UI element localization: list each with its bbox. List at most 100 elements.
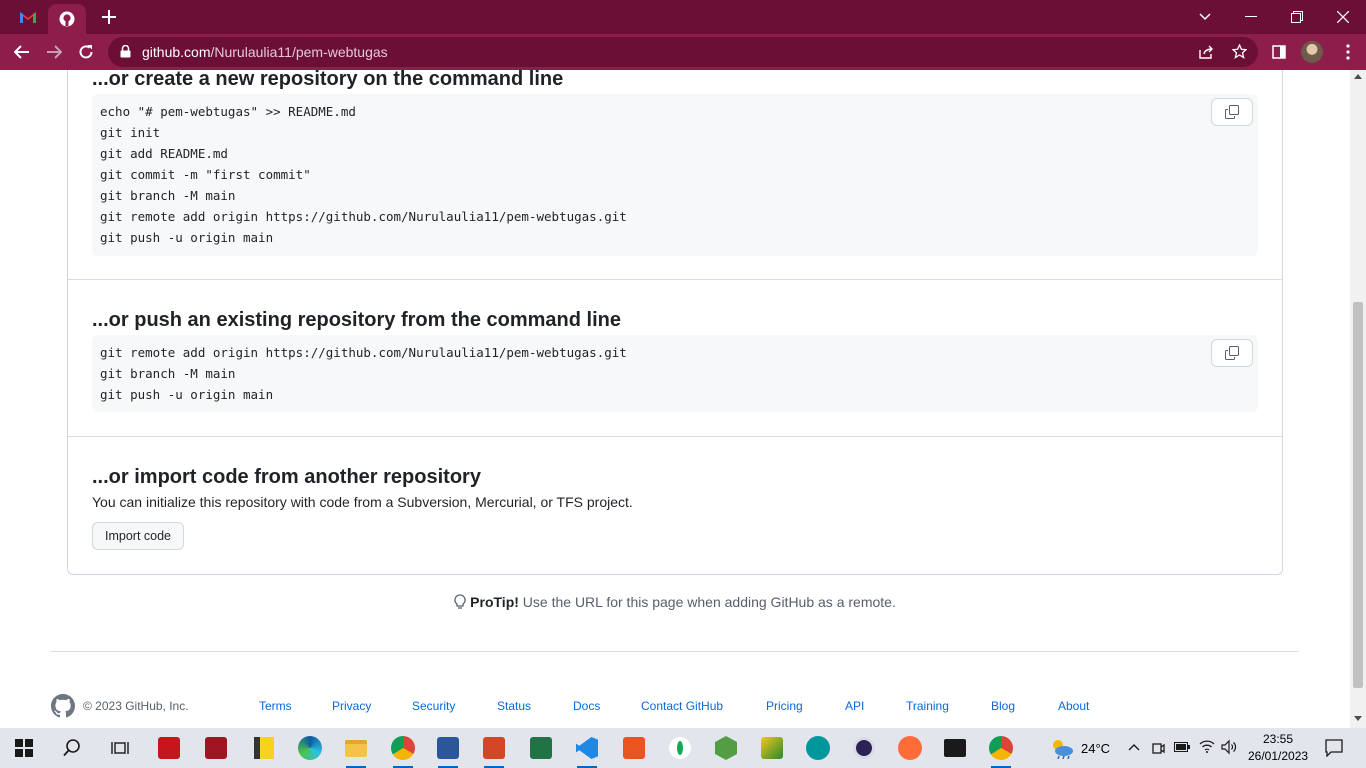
copy-icon xyxy=(1225,105,1239,119)
meet-now-icon[interactable] xyxy=(1151,740,1165,756)
section-divider xyxy=(68,436,1282,437)
taskbar-powerpoint[interactable] xyxy=(480,734,508,768)
code-line: git remote add origin https://github.com… xyxy=(100,345,627,360)
chevron-down-icon xyxy=(1199,13,1211,21)
search-icon xyxy=(63,739,80,757)
copy-button[interactable] xyxy=(1211,339,1253,367)
scroll-down-arrow-icon[interactable] xyxy=(1354,716,1362,721)
restore-button[interactable] xyxy=(1274,0,1320,34)
push-existing-heading: ...or push an existing repository from t… xyxy=(92,309,621,331)
taskbar-ubuntu[interactable] xyxy=(620,734,648,762)
section-divider xyxy=(68,279,1282,280)
start-button[interactable] xyxy=(10,734,38,762)
task-view-button[interactable] xyxy=(106,734,134,762)
arrow-left-icon xyxy=(14,45,29,59)
taskbar-excel[interactable] xyxy=(527,734,555,762)
gmail-tab[interactable] xyxy=(8,0,48,34)
footer-link-privacy[interactable]: Privacy xyxy=(332,699,371,713)
scroll-up-arrow-icon[interactable] xyxy=(1354,74,1362,79)
notification-icon[interactable] xyxy=(1325,739,1343,757)
plus-icon xyxy=(102,10,116,24)
create-repo-heading: ...or create a new repository on the com… xyxy=(92,70,564,90)
search-button[interactable] xyxy=(58,734,86,762)
vscode-icon xyxy=(576,737,598,759)
side-panel-button[interactable] xyxy=(1265,38,1293,66)
taskbar-chrome-2[interactable] xyxy=(987,734,1015,768)
tab-search-button[interactable] xyxy=(1182,0,1228,34)
taskbar-word[interactable] xyxy=(434,734,462,768)
footer-link-training[interactable]: Training xyxy=(906,699,949,713)
word-icon xyxy=(437,737,459,759)
share-icon[interactable] xyxy=(1199,45,1214,59)
taskbar-nodejs[interactable] xyxy=(712,734,740,762)
weather-temperature[interactable]: 24°C xyxy=(1081,741,1110,756)
back-button[interactable] xyxy=(8,38,36,66)
code-line: git push -u origin main xyxy=(100,230,274,245)
taskbar-eclipse[interactable] xyxy=(850,734,878,762)
more-vertical-icon xyxy=(1346,44,1350,60)
close-window-button[interactable] xyxy=(1320,0,1366,34)
footer-link-blog[interactable]: Blog xyxy=(991,699,1015,713)
copy-icon xyxy=(1225,346,1239,360)
protip: ProTip! Use the URL for this page when a… xyxy=(0,594,1350,610)
footer-link-security[interactable]: Security xyxy=(412,699,455,713)
clock-date[interactable]: 26/01/2023 xyxy=(1248,749,1308,763)
code-line: git branch -M main xyxy=(100,188,236,203)
taskbar-sticky-notes[interactable] xyxy=(250,734,278,762)
footer-link-docs[interactable]: Docs xyxy=(573,699,600,713)
minimize-button[interactable] xyxy=(1228,0,1274,34)
import-code-button[interactable]: Import code xyxy=(92,522,185,550)
taskbar-chrome-1[interactable] xyxy=(389,734,417,768)
footer-link-status[interactable]: Status xyxy=(497,699,531,713)
copy-button[interactable] xyxy=(1211,98,1253,126)
forward-button[interactable] xyxy=(40,38,68,66)
chrome-icon xyxy=(391,736,415,760)
code-line: git commit -m "first commit" xyxy=(100,167,311,182)
address-bar[interactable]: github.com/Nurulaulia11/pem-webtugas xyxy=(108,37,1258,67)
volume-icon[interactable] xyxy=(1221,739,1237,755)
code-line: git push -u origin main xyxy=(100,387,274,402)
battery-icon[interactable] xyxy=(1174,742,1190,752)
taskbar-mongodb[interactable] xyxy=(666,734,694,762)
footer-link-terms[interactable]: Terms xyxy=(259,699,292,713)
excel-icon xyxy=(530,737,552,759)
code-line: git remote add origin https://github.com… xyxy=(100,209,627,224)
footer-link-contact[interactable]: Contact GitHub xyxy=(641,699,723,713)
footer-link-pricing[interactable]: Pricing xyxy=(766,699,803,713)
acrobat-icon xyxy=(158,737,180,759)
mongodb-icon xyxy=(669,737,691,759)
taskbar-arduino[interactable] xyxy=(804,734,832,762)
weather-cloud-icon[interactable] xyxy=(1049,737,1075,759)
new-tab-button[interactable] xyxy=(96,0,122,34)
taskbar-postman[interactable] xyxy=(896,734,924,762)
github-tab[interactable] xyxy=(48,4,86,34)
taskbar-terminal[interactable] xyxy=(941,734,969,762)
chrome-icon xyxy=(989,736,1013,760)
wifi-icon[interactable] xyxy=(1199,739,1215,753)
taskbar-vscode[interactable] xyxy=(573,734,601,768)
scrollbar-thumb[interactable] xyxy=(1353,302,1363,688)
browser-menu-button[interactable] xyxy=(1334,38,1362,66)
taskbar-acrobat[interactable] xyxy=(155,734,183,762)
footer-link-api[interactable]: API xyxy=(845,699,864,713)
footer-link-about[interactable]: About xyxy=(1058,699,1089,713)
minimize-icon xyxy=(1245,16,1257,17)
reload-button[interactable] xyxy=(72,38,100,66)
page-scrollbar[interactable] xyxy=(1350,70,1366,728)
github-logo-icon[interactable] xyxy=(51,694,75,718)
taskbar-app-bird[interactable] xyxy=(758,734,786,762)
chevron-up-icon[interactable] xyxy=(1128,743,1140,751)
terminal-icon xyxy=(944,739,966,757)
taskbar-file-explorer[interactable] xyxy=(342,734,370,768)
taskbar-edge[interactable] xyxy=(296,734,324,762)
footer-divider xyxy=(50,651,1299,652)
code-line: git add README.md xyxy=(100,146,228,161)
page-content: ...or create a new repository on the com… xyxy=(0,70,1350,728)
clock-time[interactable]: 23:55 xyxy=(1263,732,1293,746)
task-view-icon xyxy=(111,742,129,754)
profile-button[interactable] xyxy=(1298,38,1326,66)
bookmark-star-icon[interactable] xyxy=(1232,44,1247,59)
code-line: echo "# pem-webtugas" >> README.md xyxy=(100,104,356,119)
reload-icon xyxy=(79,45,93,59)
taskbar-mendeley[interactable] xyxy=(202,734,230,762)
